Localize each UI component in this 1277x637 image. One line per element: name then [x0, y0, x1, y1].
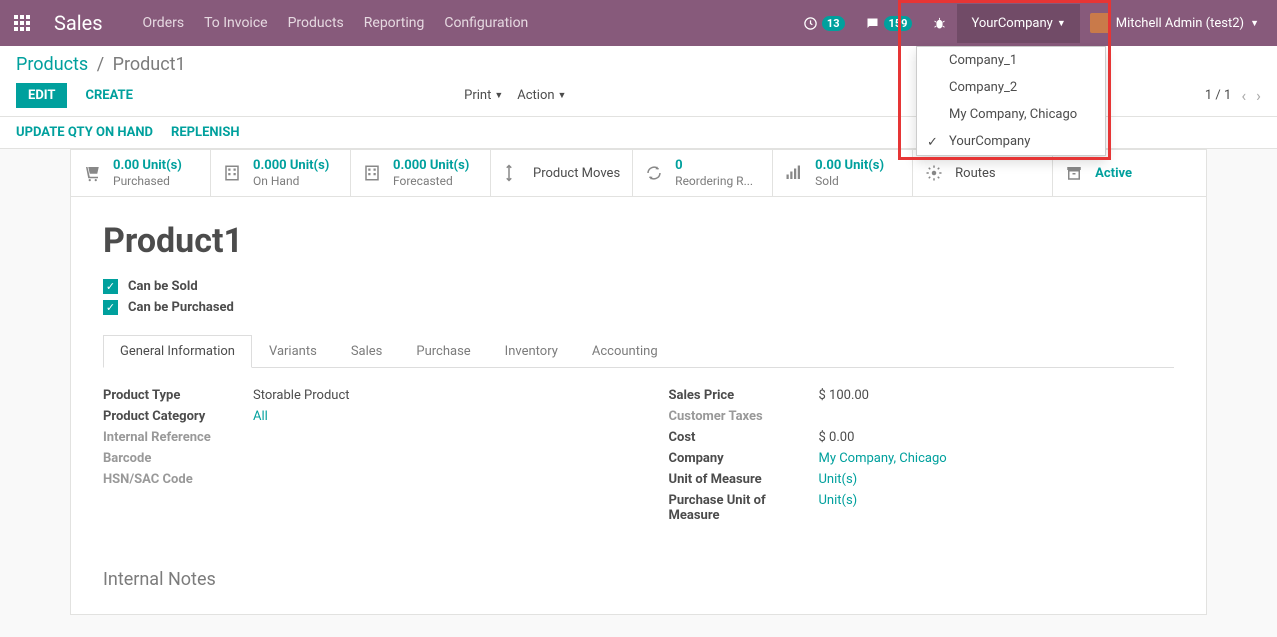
update-qty-button[interactable]: UPDATE QTY ON HAND: [16, 125, 153, 140]
archive-icon: [1065, 164, 1085, 182]
company-option-1[interactable]: Company_2: [917, 74, 1105, 101]
debug-button[interactable]: [922, 4, 957, 43]
purchase-uom-label: Purchase Unit of Measure: [669, 493, 819, 523]
customer-taxes-label: Customer Taxes: [669, 409, 819, 424]
user-menu[interactable]: Mitchell Admin (test2) ▼: [1080, 1, 1269, 45]
chevron-down-icon: ▼: [494, 90, 503, 101]
print-dropdown[interactable]: Print ▼: [464, 88, 503, 103]
notebook-tabs: General Information Variants Sales Purch…: [103, 335, 1174, 368]
cost-value: $ 0.00: [819, 430, 855, 445]
stat-active[interactable]: Active: [1053, 150, 1206, 196]
chevron-down-icon: ▼: [1057, 18, 1066, 29]
user-name: Mitchell Admin (test2): [1116, 16, 1244, 31]
company-switcher[interactable]: YourCompany ▼: [957, 4, 1079, 43]
breadcrumb-separator: /: [97, 54, 104, 75]
building-icon: [363, 164, 383, 182]
activity-button[interactable]: 13: [793, 4, 855, 43]
clock-icon: [803, 16, 818, 31]
stat-purchased[interactable]: 0.00 Unit(s)Purchased: [71, 150, 211, 196]
bug-icon: [932, 16, 947, 31]
checkbox-purchased[interactable]: ✓: [103, 300, 118, 315]
menu-to-invoice[interactable]: To Invoice: [204, 15, 268, 31]
stat-routes[interactable]: Routes: [913, 150, 1053, 196]
product-category-label: Product Category: [103, 409, 253, 424]
check-icon: ✓: [927, 135, 938, 150]
can-be-purchased-row: ✓ Can be Purchased: [103, 300, 1174, 315]
menu-reporting[interactable]: Reporting: [364, 15, 425, 31]
activity-badge: 13: [822, 16, 845, 31]
breadcrumb-current: Product1: [113, 54, 186, 75]
signal-icon: [785, 164, 805, 182]
purchase-uom-value[interactable]: Unit(s): [819, 493, 858, 523]
product-type-value: Storable Product: [253, 388, 350, 403]
menu-products[interactable]: Products: [288, 15, 344, 31]
product-name: Product1: [103, 221, 1174, 261]
pager: 1 / 1 ‹ ›: [1205, 86, 1261, 105]
cart-icon: [83, 164, 103, 182]
action-dropdown[interactable]: Action ▼: [517, 88, 566, 103]
company-option-3[interactable]: ✓ YourCompany: [917, 128, 1105, 155]
company-option-0[interactable]: Company_1: [917, 47, 1105, 74]
messages-badge: 159: [884, 16, 913, 31]
sales-price-value: $ 100.00: [819, 388, 870, 403]
stat-sold[interactable]: 0.00 Unit(s)Sold: [773, 150, 913, 196]
stat-product-moves[interactable]: Product Moves: [491, 150, 633, 196]
can-be-purchased-label: Can be Purchased: [128, 300, 234, 315]
cost-label: Cost: [669, 430, 819, 445]
form-sheet: 0.00 Unit(s)Purchased 0.000 Unit(s)On Ha…: [70, 149, 1207, 615]
top-navbar: Sales Orders To Invoice Products Reporti…: [0, 0, 1277, 46]
menu-configuration[interactable]: Configuration: [444, 15, 528, 31]
can-be-sold-row: ✓ Can be Sold: [103, 279, 1174, 294]
chevron-down-icon: ▼: [558, 90, 567, 101]
internal-reference-label: Internal Reference: [103, 430, 253, 445]
uom-label: Unit of Measure: [669, 472, 819, 487]
edit-button[interactable]: EDIT: [16, 83, 67, 108]
tab-accounting[interactable]: Accounting: [575, 335, 675, 368]
stat-onhand[interactable]: 0.000 Unit(s)On Hand: [211, 150, 351, 196]
systray: 13 159 YourCompany ▼ Mitchell Admin (tes…: [793, 1, 1269, 45]
checkbox-sold[interactable]: ✓: [103, 279, 118, 294]
create-button[interactable]: CREATE: [73, 83, 144, 108]
apps-icon[interactable]: [8, 9, 36, 37]
uom-value[interactable]: Unit(s): [819, 472, 858, 487]
sales-price-label: Sales Price: [669, 388, 819, 403]
tab-general-information[interactable]: General Information: [103, 335, 252, 368]
tab-inventory[interactable]: Inventory: [488, 335, 575, 368]
can-be-sold-label: Can be Sold: [128, 279, 198, 294]
general-info-grid: Product TypeStorable Product Product Cat…: [103, 368, 1174, 559]
building-icon: [223, 164, 243, 182]
stat-reordering[interactable]: 0Reordering R...: [633, 150, 773, 196]
chevron-down-icon: ▼: [1250, 18, 1259, 29]
refresh-icon: [645, 164, 665, 182]
replenish-button[interactable]: REPLENISH: [171, 125, 240, 140]
breadcrumb-parent[interactable]: Products: [16, 54, 88, 75]
pager-prev[interactable]: ‹: [1241, 86, 1246, 105]
messages-button[interactable]: 159: [855, 4, 923, 43]
main-menu: Orders To Invoice Products Reporting Con…: [143, 15, 793, 31]
internal-notes-title: Internal Notes: [103, 569, 1174, 590]
chat-icon: [865, 16, 880, 31]
product-category-value[interactable]: All: [253, 409, 268, 424]
company-dropdown: Company_1 Company_2 My Company, Chicago …: [916, 46, 1106, 156]
pager-next[interactable]: ›: [1256, 86, 1261, 105]
company-field-value[interactable]: My Company, Chicago: [819, 451, 947, 466]
company-label: YourCompany: [971, 16, 1052, 31]
gear-icon: [925, 164, 945, 182]
company-option-2[interactable]: My Company, Chicago: [917, 101, 1105, 128]
menu-orders[interactable]: Orders: [143, 15, 185, 31]
tab-purchase[interactable]: Purchase: [399, 335, 487, 368]
stat-forecasted[interactable]: 0.000 Unit(s)Forecasted: [351, 150, 491, 196]
pager-text: 1 / 1: [1205, 88, 1231, 103]
stat-button-row: 0.00 Unit(s)Purchased 0.000 Unit(s)On Ha…: [71, 150, 1206, 197]
app-title[interactable]: Sales: [54, 11, 103, 35]
avatar: [1090, 13, 1110, 33]
tab-sales[interactable]: Sales: [334, 335, 400, 368]
exchange-icon: [503, 164, 523, 182]
company-field-label: Company: [669, 451, 819, 466]
barcode-label: Barcode: [103, 451, 253, 466]
product-type-label: Product Type: [103, 388, 253, 403]
hsn-label: HSN/SAC Code: [103, 472, 253, 487]
tab-variants[interactable]: Variants: [252, 335, 334, 368]
